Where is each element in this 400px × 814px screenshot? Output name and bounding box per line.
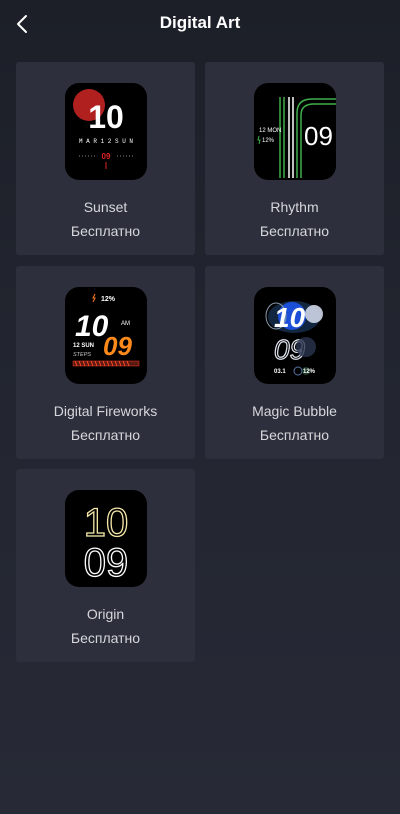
face-battery: 12% bbox=[262, 138, 275, 144]
watchface-name: Digital Fireworks bbox=[53, 403, 158, 419]
face-time: 10 bbox=[88, 99, 124, 135]
watchface-card-sunset[interactable]: 10 M A R 1 2 S U N 09 Sunset Бесплатно bbox=[16, 62, 195, 255]
page-title: Digital Art bbox=[159, 13, 241, 32]
watchface-preview-digital-fireworks: 12% 10 AM 12 SUN STEPS 09 bbox=[65, 287, 147, 384]
watchface-name: Origin bbox=[86, 606, 125, 622]
watchface-price: Бесплатно bbox=[70, 630, 141, 646]
face-date: M A R 1 2 S U N bbox=[79, 138, 133, 145]
watchface-price: Бесплатно bbox=[259, 427, 330, 443]
face-battery: 12% bbox=[303, 369, 316, 375]
watchface-preview-origin: 10 09 bbox=[65, 490, 147, 587]
face-steps-label: STEPS bbox=[73, 352, 91, 358]
header: Digital Art bbox=[0, 0, 400, 50]
face-minute: 09 bbox=[304, 121, 333, 151]
watchface-card-origin[interactable]: 10 09 Origin Бесплатно bbox=[16, 469, 195, 662]
face-hour: 10 bbox=[274, 302, 306, 333]
watchface-name: Magic Bubble bbox=[252, 403, 337, 419]
face-battery: 12% bbox=[101, 296, 116, 303]
face-hour: 10 bbox=[84, 501, 129, 545]
watchface-name: Sunset bbox=[83, 199, 128, 215]
watchface-card-magic-bubble[interactable]: 10 09 03.1 12% Magic Bubble Бесплатно bbox=[205, 266, 384, 459]
watchface-card-rhythm[interactable]: 12 MON 12% 09 Rhythm Бесплатно bbox=[205, 62, 384, 255]
watchface-price: Бесплатно bbox=[70, 427, 141, 443]
face-ampm: AM bbox=[121, 321, 130, 327]
face-date: 12 SUN bbox=[73, 343, 94, 349]
face-minute: 09 bbox=[84, 541, 129, 585]
watchface-price: Бесплатно bbox=[259, 223, 330, 239]
watchface-preview-rhythm: 12 MON 12% 09 bbox=[254, 83, 336, 180]
face-date: 03.1 bbox=[274, 369, 286, 375]
face-minute: 09 bbox=[103, 331, 132, 361]
face-minute: 09 bbox=[102, 152, 111, 161]
watchface-card-digital-fireworks[interactable]: 12% 10 AM 12 SUN STEPS 09 Digital Firewo… bbox=[16, 266, 195, 459]
watchface-name: Rhythm bbox=[270, 199, 319, 215]
watchface-preview-magic-bubble: 10 09 03.1 12% bbox=[254, 287, 336, 384]
watchface-preview-sunset: 10 M A R 1 2 S U N 09 bbox=[65, 83, 147, 180]
watchface-price: Бесплатно bbox=[70, 223, 141, 239]
face-date: 12 MON bbox=[259, 128, 281, 134]
